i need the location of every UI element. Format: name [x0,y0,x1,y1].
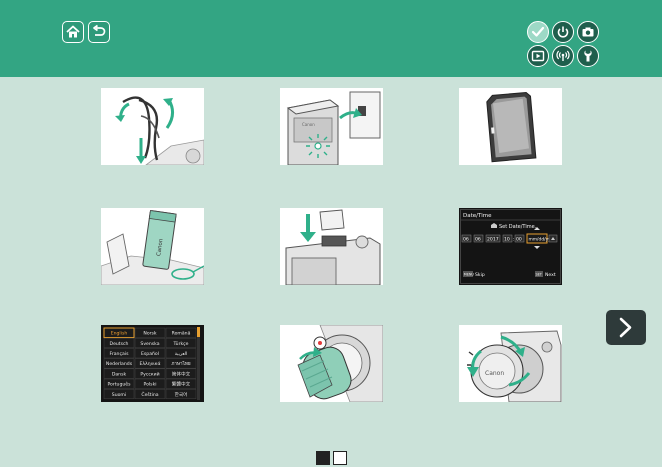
category-shooting-button[interactable] [577,21,599,43]
date-format: mm/dd/yy [529,237,552,243]
language-label: Norsk [143,331,157,337]
language-label: Čeština [141,391,158,398]
language-label: Русский [140,370,159,377]
next-label: Next [545,272,556,278]
lens-attach-illustration [280,325,383,402]
category-basics-button[interactable] [527,21,549,43]
date-time-screen: Date/Time Set Date/Time. 06 06 2017 10 :… [459,208,562,285]
tools-icon [584,50,592,62]
strap-illustration [101,88,204,165]
playback-icon [531,50,545,62]
language-label: Türkçe [173,341,189,347]
lens-cap-illustration: Canon [459,325,562,402]
language-label: Suomi [112,392,126,398]
next-page-button[interactable] [606,310,646,345]
date-time-title: Date/Time [463,213,492,219]
time-minute: 00 [516,237,522,243]
thumb-strap-attach[interactable] [101,88,204,165]
date-day: 06 [463,237,469,243]
thumb-date-time[interactable]: Date/Time Set Date/Time. 06 06 2017 10 :… [459,208,562,285]
next-key: SET [536,273,543,277]
card-slot-illustration [280,208,383,285]
category-tools-button[interactable] [577,45,599,67]
language-label: Français [110,351,130,357]
time-hour: 10 [504,237,510,243]
thumb-battery-insert[interactable]: Canon [101,208,204,285]
back-arrow-icon [93,24,106,36]
header-bar [0,0,662,77]
thumb-lens-attach[interactable] [280,325,383,402]
battery-illustration: Canon [101,208,204,285]
charger-illustration: Canon [280,88,383,165]
language-grid: English Norsk Română Deutsch Svenska Türkçe Fr… [103,327,197,400]
language-label: Svenska [140,341,159,347]
home-button[interactable] [62,21,84,43]
page-dot-2[interactable] [333,451,347,465]
language-label: 简体中文 [172,370,191,377]
sd-card-illustration [459,88,562,165]
camera-icon [582,27,594,37]
back-button[interactable] [88,21,110,43]
language-label: Ελληνικά [139,360,160,367]
category-power-button[interactable] [552,21,574,43]
chevron-right-icon [619,317,632,338]
wireless-icon [556,50,570,61]
power-icon [557,26,569,38]
language-label: 繁體中文 [172,381,191,388]
date-year: 2017 [487,237,499,243]
language-label: Español [141,351,159,357]
language-label: Nederlands [106,361,133,367]
language-label: Polski [143,382,156,388]
home-icon [66,25,80,38]
language-label: English [111,331,128,337]
date-time-subtitle: Set Date/Time. [499,224,537,230]
svg-text:Canon: Canon [302,122,315,127]
language-label: Dansk [112,371,127,377]
language-label: العربية [175,352,188,357]
thumb-lens-cap[interactable]: Canon [459,325,562,402]
date-month: 06 [475,237,481,243]
category-playback-button[interactable] [527,45,549,67]
thumb-battery-charge[interactable]: Canon [280,88,383,165]
language-label: Română [172,330,191,337]
thumb-card-insert[interactable] [280,208,383,285]
checkmark-icon [531,26,545,37]
skip-label: Skip [475,272,485,278]
thumb-language[interactable]: English Norsk Română Deutsch Svenska Türkçe Fr… [101,325,204,402]
skip-key: MENU [464,273,475,277]
language-screen: English Norsk Română Deutsch Svenska Türkçe Fr… [101,325,204,402]
page-dot-1[interactable] [316,451,330,465]
language-label: Deutsch [110,341,129,347]
thumb-memory-card[interactable] [459,88,562,165]
lens-cap-brand-text: Canon [485,370,504,377]
category-wireless-button[interactable] [552,45,574,67]
language-label: ภาษาไทย [171,360,191,367]
language-label: Português [107,381,131,388]
language-label: 한국어 [175,391,188,398]
